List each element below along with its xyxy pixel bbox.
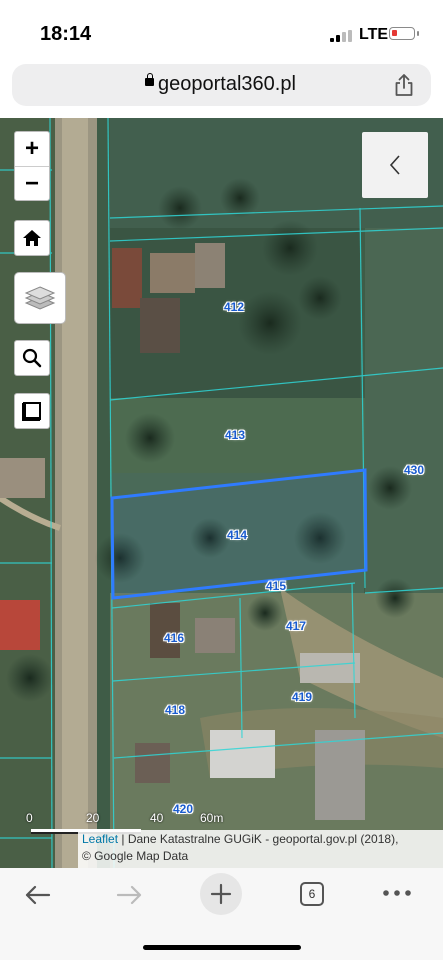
zoom-in-button[interactable]: +: [15, 132, 49, 166]
layers-button[interactable]: [14, 272, 66, 324]
home-indicator: [143, 945, 301, 950]
status-bar: 18:14 LTE: [0, 0, 443, 58]
parcel-label[interactable]: 419: [292, 690, 312, 704]
home-button[interactable]: [14, 220, 50, 256]
map-attribution: Leaflet | Dane Katastralne GUGiK - geopo…: [78, 830, 443, 868]
scale-label: 60m: [200, 811, 224, 825]
sidebar-toggle-button[interactable]: [362, 132, 428, 198]
more-icon[interactable]: [382, 888, 412, 898]
scale-label: 40: [150, 811, 164, 825]
parcel-label[interactable]: 420: [173, 802, 193, 816]
leaflet-link[interactable]: Leaflet: [82, 832, 118, 846]
new-tab-button[interactable]: [200, 873, 242, 915]
plus-icon: [210, 883, 232, 905]
attribution-text: | Dane Katastralne GUGiK - geoportal.gov…: [118, 832, 399, 846]
tabs-button[interactable]: 6: [300, 882, 324, 906]
lock-icon: [145, 73, 154, 86]
url-text: geoportal360.pl: [158, 73, 296, 95]
address-bar[interactable]: geoportal360.pl: [12, 64, 431, 106]
scale-label: 0: [26, 811, 33, 825]
forward-icon[interactable]: [114, 880, 144, 910]
back-icon[interactable]: [23, 880, 53, 910]
map-view[interactable]: 412 413 414 415 416 417 418 419 420 430 …: [0, 118, 443, 868]
layers-icon: [24, 286, 56, 310]
parcel-label[interactable]: 415: [266, 579, 286, 593]
parcel-label-selected[interactable]: 414: [227, 528, 247, 542]
ruler-icon: [22, 402, 41, 421]
network-type: LTE: [359, 26, 389, 43]
parcel-label[interactable]: 418: [165, 703, 185, 717]
signal-icon: [330, 30, 354, 42]
chevron-left-icon: [389, 155, 400, 175]
home-icon: [23, 230, 41, 246]
parcel-label[interactable]: 430: [404, 463, 424, 477]
zoom-out-button[interactable]: −: [15, 166, 49, 200]
battery-icon: [389, 27, 419, 40]
measure-button[interactable]: [14, 393, 50, 429]
parcel-label[interactable]: 413: [225, 428, 245, 442]
attribution-line2: © Google Map Data: [82, 849, 189, 863]
status-time: 18:14: [40, 23, 92, 45]
search-button[interactable]: [14, 340, 50, 376]
parcel-label[interactable]: 412: [224, 300, 244, 314]
share-icon[interactable]: [393, 73, 415, 97]
parcel-label[interactable]: 416: [164, 631, 184, 645]
scale-label: 20: [86, 811, 100, 825]
search-icon: [22, 348, 42, 368]
satellite-imagery: [0, 118, 443, 868]
parcel-label[interactable]: 417: [286, 619, 306, 633]
zoom-control: + −: [14, 131, 50, 201]
